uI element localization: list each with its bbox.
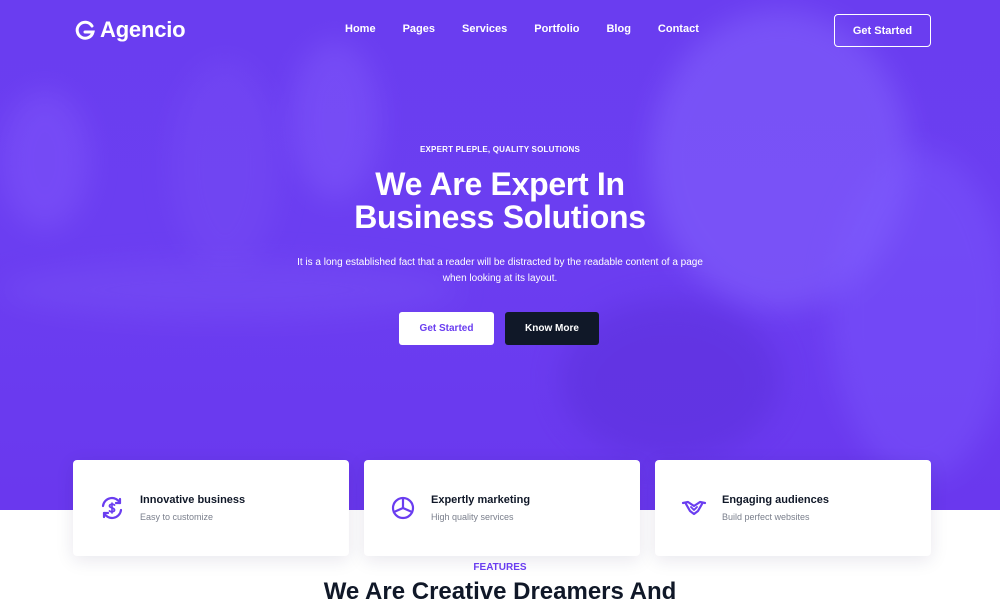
dollar-refresh-icon <box>101 496 123 520</box>
nav-get-started-button[interactable]: Get Started <box>834 14 931 47</box>
nav-link-services[interactable]: Services <box>462 23 507 35</box>
feature-card-title: Engaging audiences <box>722 494 829 506</box>
section-title: We Are Creative Dreamers And <box>323 578 677 600</box>
nav-link-pages[interactable]: Pages <box>403 23 435 35</box>
hero-section: Agencio Home Pages Services Portfolio Bl… <box>0 0 1000 510</box>
hero-subtitle-line: when looking at its layout. <box>442 273 558 284</box>
g-logo-icon <box>75 20 95 40</box>
brand-name: Agencio <box>100 17 186 42</box>
hero-title-line: Business Solutions <box>354 199 646 235</box>
main-menu: Home Pages Services Portfolio Blog Conta… <box>345 23 726 35</box>
feature-card-subtitle: Easy to customize <box>140 512 214 522</box>
nav-link-contact[interactable]: Contact <box>658 23 699 35</box>
brand-logo[interactable]: Agencio <box>75 17 186 43</box>
hero-title: We Are Expert In Business Solutions <box>0 168 1000 234</box>
hero-title-line: We Are Expert In <box>375 166 625 202</box>
section-eyebrow: FEATURES <box>473 562 527 573</box>
feature-card[interactable]: Expertly marketing High quality services <box>364 460 640 556</box>
nav-link-home[interactable]: Home <box>345 23 376 35</box>
feature-card-title: Expertly marketing <box>431 494 531 506</box>
handshake-icon <box>681 500 707 516</box>
nav-link-blog[interactable]: Blog <box>606 23 630 35</box>
pie-chart-icon <box>391 496 415 520</box>
nav-link-portfolio[interactable]: Portfolio <box>534 23 579 35</box>
feature-card-subtitle: High quality services <box>431 512 514 522</box>
hero-get-started-button[interactable]: Get Started <box>399 312 494 345</box>
feature-card[interactable]: Innovative business Easy to customize <box>73 460 349 556</box>
hero-subtitle-line: It is a long established fact that a rea… <box>297 257 703 268</box>
hero-know-more-button[interactable]: Know More <box>505 312 599 345</box>
top-navigation: Agencio Home Pages Services Portfolio Bl… <box>0 0 1000 60</box>
background-photo-shape <box>170 60 280 270</box>
hero-subtitle: It is a long established fact that a rea… <box>270 255 730 287</box>
feature-card-subtitle: Build perfect websites <box>722 512 810 522</box>
feature-card[interactable]: Engaging audiences Build perfect website… <box>655 460 931 556</box>
feature-card-title: Innovative business <box>140 494 246 506</box>
hero-eyebrow: EXPERT PLEPLE, QUALITY SOLUTIONS <box>419 145 581 154</box>
